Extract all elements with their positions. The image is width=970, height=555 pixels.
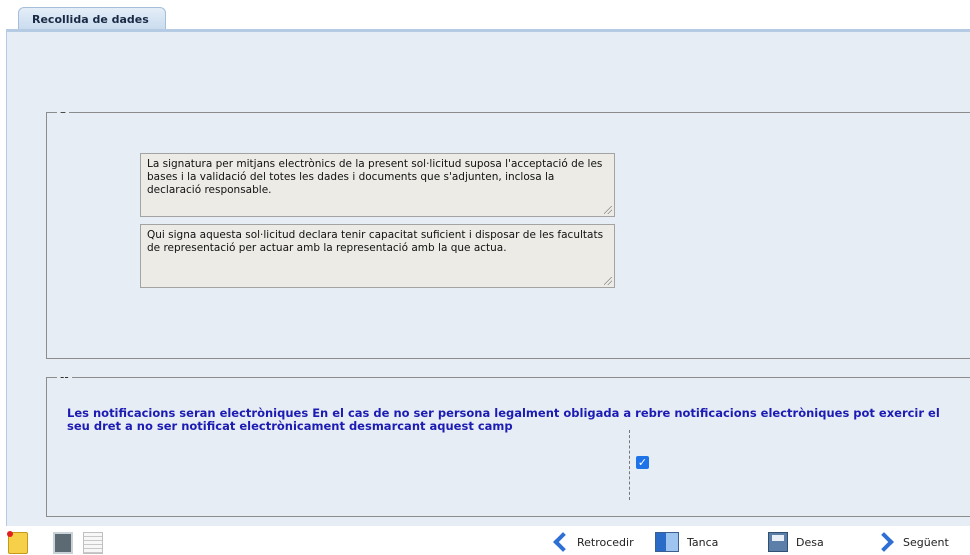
form-panel: – La signatura per mitjans electrònics d…: [6, 29, 970, 526]
electronic-notifications-label: Les notificacions seran electròniques En…: [67, 406, 940, 433]
next-button-label: Següent: [903, 535, 949, 549]
notifications-fieldset-legend: --: [57, 370, 72, 384]
bottom-toolbar: Retrocedir Tanca Desa Següent: [0, 526, 970, 555]
next-button[interactable]: Següent: [877, 530, 949, 554]
signature-acceptance-textarea[interactable]: La signatura per mitjans electrònics de …: [140, 153, 615, 217]
back-button[interactable]: Retrocedir: [551, 530, 634, 554]
electronic-notifications-checkbox[interactable]: ✓: [636, 456, 649, 469]
notifications-fieldset: -- Les notificacions seran electròniques…: [46, 370, 970, 517]
floppy-disk-icon: [768, 532, 788, 552]
save-button-label: Desa: [796, 535, 824, 549]
resize-grip-icon[interactable]: [604, 277, 612, 285]
signature-acceptance-text: La signatura per mitjans electrònics de …: [147, 158, 603, 196]
document-icon[interactable]: [83, 532, 103, 554]
representation-declaration-textarea[interactable]: Qui signa aquesta sol·licitud declara te…: [140, 224, 615, 288]
close-button-label: Tanca: [687, 535, 719, 549]
signature-fieldset: – La signatura per mitjans electrònics d…: [46, 105, 970, 359]
resize-grip-icon[interactable]: [604, 206, 612, 214]
contact-card-icon[interactable]: [53, 532, 73, 554]
tab-strip: Recollida de dades: [0, 0, 970, 30]
chevron-right-icon: [877, 533, 895, 551]
tab-recollida-de-dades[interactable]: Recollida de dades: [18, 7, 166, 30]
save-button[interactable]: Desa: [768, 530, 824, 554]
signature-fieldset-legend: –: [57, 105, 69, 119]
folder-icon[interactable]: [7, 531, 28, 554]
back-button-label: Retrocedir: [577, 535, 634, 549]
chevron-left-icon: [551, 533, 569, 551]
close-button[interactable]: Tanca: [655, 530, 718, 554]
representation-declaration-text: Qui signa aquesta sol·licitud declara te…: [147, 229, 604, 254]
exit-door-icon: [655, 532, 679, 552]
field-separator: [629, 430, 630, 500]
